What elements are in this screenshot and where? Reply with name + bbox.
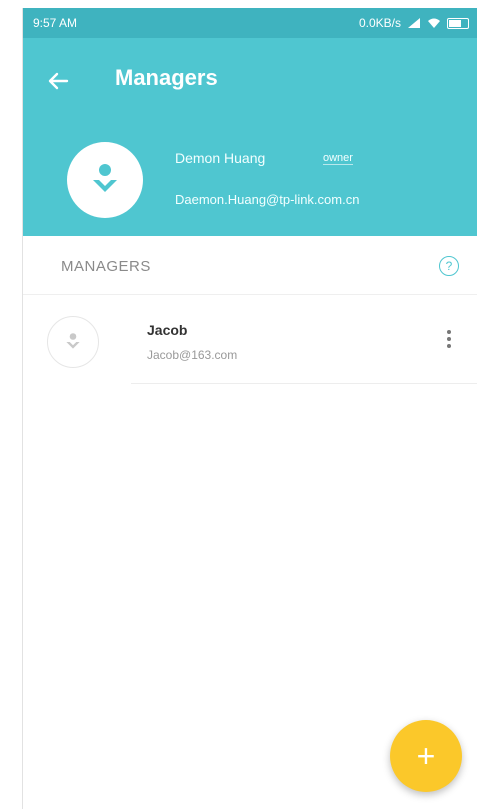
more-options-button[interactable] [439,322,459,356]
arrow-left-icon [48,72,69,89]
dot-icon [447,330,451,334]
battery-icon [447,17,469,29]
user-download-icon [66,333,80,349]
dot-icon [447,344,451,348]
help-icon[interactable]: ? [439,256,459,276]
network-speed: 0.0KB/s [358,16,401,30]
add-manager-button[interactable]: + [390,720,462,792]
back-button[interactable] [35,56,81,102]
header: Managers Demon Huang owner Daemon.Huang@… [23,38,477,236]
owner-badge: owner [323,152,353,165]
status-time: 9:57 AM [33,16,78,30]
user-download-icon [93,164,117,192]
dot-icon [447,337,451,341]
section-title: MANAGERS [61,258,151,275]
managers-section-header: MANAGERS ? [23,236,477,295]
page-title: Managers [115,65,218,90]
manager-row[interactable]: Jacob Jacob@163.com [23,296,477,384]
status-bar: 9:57 AM 0.0KB/s [23,8,477,38]
manager-name: Jacob [147,322,188,338]
row-divider [131,383,477,384]
signal-icon [408,18,420,28]
wifi-icon [428,18,440,28]
manager-email: Jacob@163.com [147,348,238,362]
app-screen: 9:57 AM 0.0KB/s Managers Demon Huang own… [22,8,477,809]
owner-avatar [67,142,143,218]
manager-avatar [47,316,99,368]
owner-name: Demon Huang [175,150,266,166]
status-indicators: 0.0KB/s [359,16,469,30]
owner-email: Daemon.Huang@tp-link.com.cn [175,192,360,207]
